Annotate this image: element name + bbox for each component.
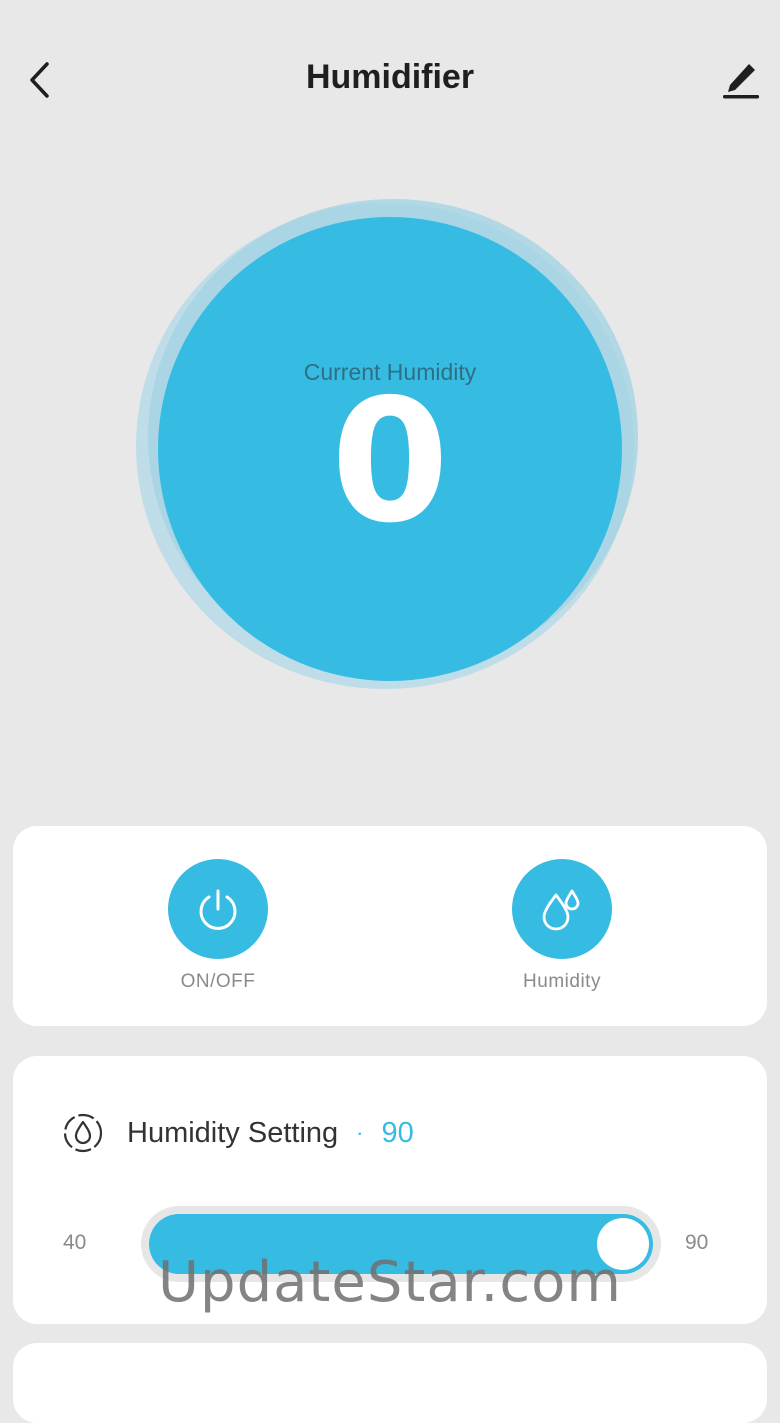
edit-button[interactable] [715, 55, 767, 105]
water-drops-icon [542, 889, 580, 931]
onoff-button[interactable] [168, 859, 268, 959]
power-icon [199, 889, 237, 930]
humidity-control[interactable]: Humidity [492, 859, 632, 993]
top-bar: Humidifier [0, 0, 780, 160]
humidity-button[interactable] [512, 859, 612, 959]
watermark: UpdateStar.com [158, 1250, 622, 1315]
onoff-label: ON/OFF [180, 971, 256, 992]
gauge-circle: Current Humidity 0 [158, 217, 622, 681]
setting-separator: · [356, 1120, 364, 1145]
humidity-gauge: Current Humidity 0 [130, 195, 650, 695]
controls-card: ON/OFF Humidity [13, 826, 767, 1026]
humidity-setting-value: 90 [381, 1116, 414, 1149]
pencil-icon [723, 64, 759, 99]
humidity-setting-label: Humidity Setting [127, 1116, 339, 1149]
setting-header: Humidity Setting · 90 [61, 1110, 414, 1156]
next-card [13, 1343, 767, 1423]
onoff-control[interactable]: ON/OFF [148, 859, 288, 993]
humidity-label: Humidity [523, 971, 601, 992]
current-humidity-value: 0 [330, 363, 450, 561]
humidity-setting-icon [63, 1113, 103, 1153]
page-title: Humidifier [305, 58, 475, 96]
